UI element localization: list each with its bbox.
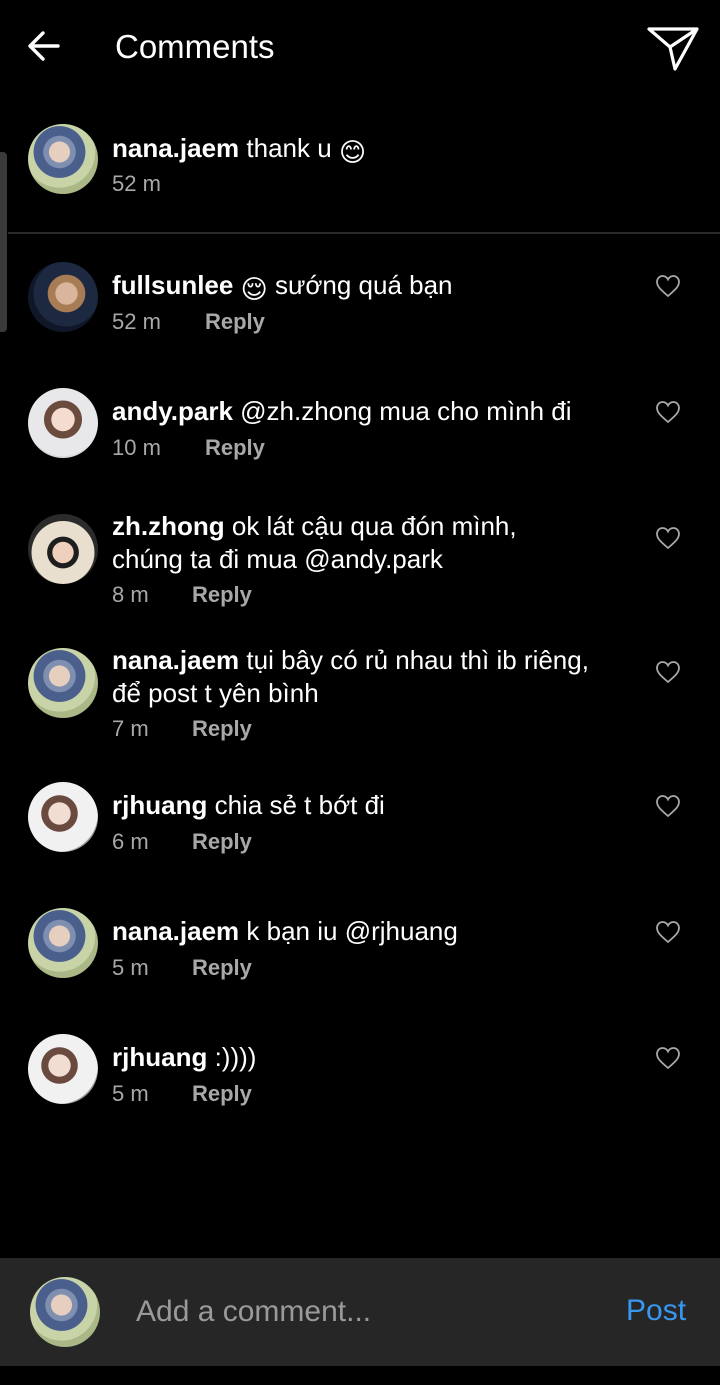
caption-body: thank u <box>246 133 332 163</box>
avatar[interactable] <box>28 124 98 194</box>
comment-text: rjhuang :)))) <box>112 1041 622 1074</box>
heart-icon[interactable] <box>655 400 681 424</box>
comment-username[interactable]: fullsunlee <box>112 270 233 300</box>
post-button[interactable]: Post <box>626 1294 686 1328</box>
reply-button[interactable]: Reply <box>192 715 252 743</box>
avatar[interactable] <box>28 514 98 584</box>
comment-text: nana.jaem k bạn iu @rjhuang <box>112 915 622 948</box>
reply-button[interactable]: Reply <box>192 954 252 982</box>
comment-body: chia sẻ t bớt đi <box>214 790 385 820</box>
comment-text: rjhuang chia sẻ t bớt đi <box>112 789 622 822</box>
comment-time: 8 m <box>112 582 149 607</box>
page-title: Comments <box>115 28 275 65</box>
caption-username[interactable]: nana.jaem <box>112 133 239 163</box>
heart-icon[interactable] <box>655 1046 681 1070</box>
avatar[interactable] <box>28 1034 98 1104</box>
comment-time: 5 m <box>112 955 149 980</box>
caption-time: 52 m <box>112 171 161 196</box>
reply-button[interactable]: Reply <box>192 828 252 856</box>
comment-time: 7 m <box>112 716 149 741</box>
reply-button[interactable]: Reply <box>205 308 265 336</box>
avatar[interactable] <box>28 782 98 852</box>
heart-icon[interactable] <box>655 274 681 298</box>
comment-username[interactable]: nana.jaem <box>112 645 239 675</box>
comments-screen: Comments nana.jaem thank u 😊 52 m fullsu… <box>0 0 720 1385</box>
comment-body-line2: chúng ta đi mua @andy.park <box>112 544 443 574</box>
arrow-left-icon[interactable] <box>24 26 64 66</box>
reply-button[interactable]: Reply <box>205 434 265 462</box>
comment-input[interactable] <box>134 1291 598 1333</box>
comment-username[interactable]: rjhuang <box>112 1042 207 1072</box>
comment-username[interactable]: nana.jaem <box>112 916 239 946</box>
avatar[interactable] <box>28 908 98 978</box>
avatar[interactable] <box>28 648 98 718</box>
comment-composer: Post <box>0 1258 720 1366</box>
avatar[interactable] <box>28 262 98 332</box>
comment-time: 52 m <box>112 309 161 334</box>
comment-body: tụi bây có rủ nhau thì ib riêng, <box>246 645 589 675</box>
avatar[interactable] <box>28 388 98 458</box>
comment-time: 5 m <box>112 1081 149 1106</box>
smiling-face-emoji-icon: 😊 <box>338 137 367 167</box>
divider <box>8 232 720 234</box>
avatar <box>30 1277 100 1347</box>
comment-body: :)))) <box>214 1042 257 1072</box>
comment-username[interactable]: rjhuang <box>112 790 207 820</box>
scroll-indicator[interactable] <box>0 152 7 332</box>
comment-text: fullsunlee 😌 sướng quá bạn <box>112 269 622 306</box>
heart-icon[interactable] <box>655 526 681 550</box>
reply-button[interactable]: Reply <box>192 1080 252 1108</box>
heart-icon[interactable] <box>655 920 681 944</box>
relieved-face-emoji-icon: 😌 <box>240 274 268 304</box>
comment-time: 6 m <box>112 829 149 854</box>
caption-text: nana.jaem thank u 😊 <box>112 132 622 169</box>
comment-body: @zh.zhong mua cho mình đi <box>240 396 572 426</box>
comment-body: sướng quá bạn <box>274 270 453 300</box>
reply-button[interactable]: Reply <box>192 581 252 609</box>
heart-icon[interactable] <box>655 794 681 818</box>
paper-plane-icon[interactable] <box>646 24 700 72</box>
comment-username[interactable]: andy.park <box>112 396 233 426</box>
heart-icon[interactable] <box>655 660 681 684</box>
comment-body: k bạn iu @rjhuang <box>246 916 458 946</box>
header: Comments <box>0 0 720 95</box>
comment-text: zh.zhong ok lát cậu qua đón mình, chúng … <box>112 510 622 576</box>
comment-body-line2: để post t yên bình <box>112 678 319 708</box>
comment-text: nana.jaem tụi bây có rủ nhau thì ib riên… <box>112 644 622 710</box>
comment-text: andy.park @zh.zhong mua cho mình đi <box>112 395 622 428</box>
comment-body: ok lát cậu qua đón mình, <box>231 511 517 541</box>
comment-time: 10 m <box>112 435 161 460</box>
comment-username[interactable]: zh.zhong <box>112 511 225 541</box>
